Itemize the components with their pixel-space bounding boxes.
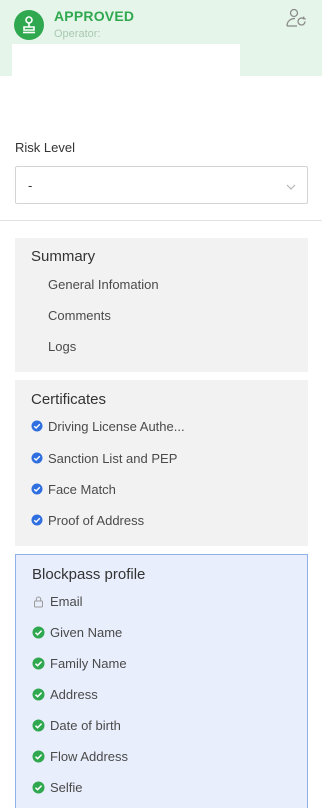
check-circle-icon: [32, 657, 45, 670]
certificates-panel: Certificates Driving License Authe... Sa…: [15, 380, 308, 546]
profile-item-address[interactable]: Address: [32, 684, 98, 704]
summary-item-label: Logs: [48, 338, 77, 354]
operator-value: [12, 44, 240, 76]
stamp-icon: [14, 10, 44, 40]
check-circle-icon: [31, 483, 43, 495]
check-circle-icon: [31, 420, 43, 432]
profile-item-label: Email: [50, 593, 83, 609]
certificates-title: Certificates: [31, 391, 107, 408]
profile-item-label: Flow Address: [50, 748, 129, 764]
user-sync-icon[interactable]: [284, 6, 308, 30]
profile-item-label: Address: [50, 686, 98, 702]
check-circle-icon: [32, 781, 45, 794]
profile-item-email[interactable]: Email: [32, 591, 83, 611]
profile-item-label: Given Name: [50, 624, 123, 640]
status-label: APPROVED: [54, 8, 135, 24]
risk-level-select[interactable]: -: [15, 166, 308, 204]
certificate-item-label: Driving License Authe...: [48, 418, 185, 434]
divider: [0, 220, 322, 221]
summary-item-general-information[interactable]: General Infomation: [48, 274, 159, 294]
blockpass-profile-title: Blockpass profile: [32, 566, 146, 583]
risk-level-title: Risk Level: [15, 140, 75, 155]
summary-item-comments[interactable]: Comments: [48, 305, 111, 325]
certificate-item-driving-license[interactable]: Driving License Authe...: [31, 416, 185, 436]
profile-item-family-name[interactable]: Family Name: [32, 653, 127, 673]
certificate-item-proof-of-address[interactable]: Proof of Address: [31, 510, 144, 530]
certificate-item-label: Sanction List and PEP: [48, 450, 178, 466]
status-header: APPROVED Operator:: [0, 0, 322, 76]
summary-item-label: General Infomation: [48, 276, 159, 292]
certificate-item-sanction-list[interactable]: Sanction List and PEP: [31, 448, 177, 468]
profile-item-selfie[interactable]: Selfie: [32, 777, 83, 797]
summary-panel: Summary General Infomation Comments Logs: [15, 238, 308, 372]
blockpass-profile-panel: Blockpass profile Email Given Name Famil…: [15, 554, 308, 808]
check-circle-icon: [32, 688, 45, 701]
summary-title: Summary: [31, 248, 96, 265]
certificate-item-label: Proof of Address: [48, 512, 145, 528]
summary-item-logs[interactable]: Logs: [48, 336, 76, 356]
operator-label: Operator:: [54, 28, 101, 40]
check-circle-icon: [32, 719, 45, 732]
check-circle-icon: [32, 626, 45, 639]
lock-icon: [32, 595, 45, 608]
check-circle-icon: [31, 514, 43, 526]
profile-item-label: Date of birth: [50, 717, 121, 733]
profile-item-date-of-birth[interactable]: Date of birth: [32, 715, 121, 735]
check-circle-icon: [31, 452, 43, 464]
summary-item-label: Comments: [48, 307, 111, 323]
risk-level-value: -: [28, 178, 33, 193]
profile-item-label: Family Name: [50, 655, 127, 671]
certificate-item-face-match[interactable]: Face Match: [31, 479, 116, 499]
profile-item-label: Selfie: [50, 779, 83, 795]
profile-item-given-name[interactable]: Given Name: [32, 622, 122, 642]
certificate-item-label: Face Match: [48, 481, 116, 497]
check-circle-icon: [32, 750, 45, 763]
chevron-down-icon: [285, 180, 297, 192]
profile-item-flow-address[interactable]: Flow Address: [32, 746, 128, 766]
